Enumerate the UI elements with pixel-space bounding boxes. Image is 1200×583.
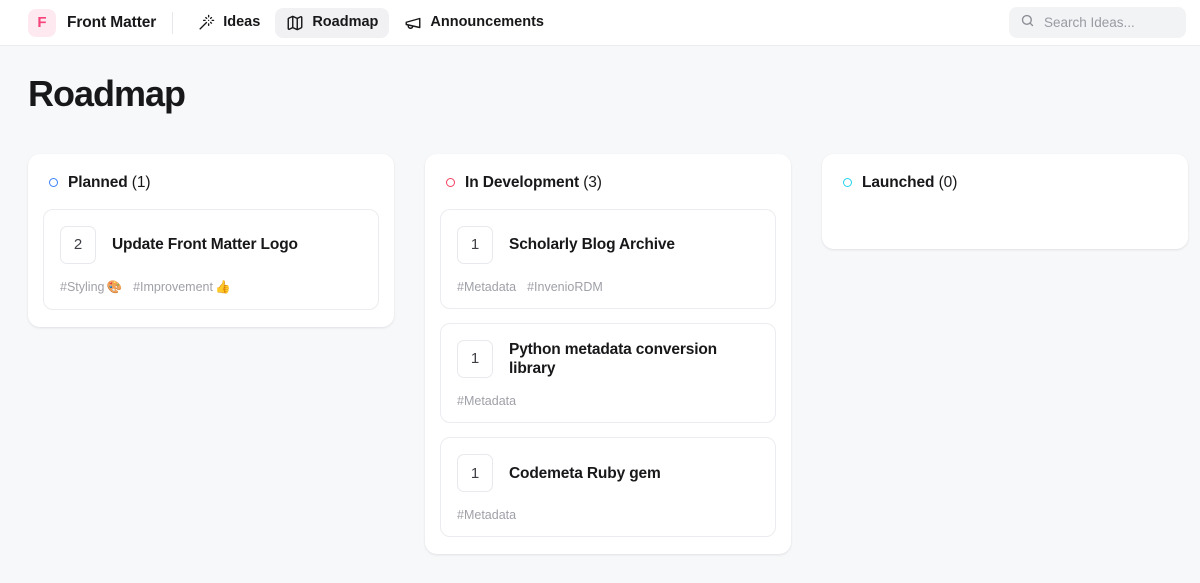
column-title: In Development (3) xyxy=(465,174,602,192)
idea-tag-label: #Improvement xyxy=(133,280,213,294)
map-icon xyxy=(286,14,304,32)
idea-card[interactable]: 1 Codemeta Ruby gem #Metadata xyxy=(440,437,776,537)
roadmap-column-launched: Launched (0) xyxy=(822,154,1188,249)
roadmap-column-in-development: In Development (3) 1 Scholarly Blog Archiv… xyxy=(425,154,791,555)
brand-name: Front Matter xyxy=(67,14,156,32)
status-circle-icon xyxy=(49,178,58,187)
column-title-text: Launched xyxy=(862,174,934,191)
idea-tag-label: #Metadata xyxy=(457,508,516,522)
top-navigation-bar: F Front Matter Ideas Roadmap xyxy=(0,0,1200,46)
idea-tag-emoji: 🎨 xyxy=(106,280,122,294)
column-title-text: Planned xyxy=(68,174,128,191)
page-content: Roadmap Planned (1) 2 Update Front Matter … xyxy=(0,74,1200,554)
idea-card[interactable]: 1 Scholarly Blog Archive #Metadata #Invenio… xyxy=(440,209,776,309)
nav-item-ideas-label: Ideas xyxy=(223,15,260,30)
roadmap-column-planned: Planned (1) 2 Update Front Matter Logo #Sty… xyxy=(28,154,394,327)
idea-title: Scholarly Blog Archive xyxy=(509,235,675,254)
megaphone-icon xyxy=(404,14,422,32)
idea-title: Update Front Matter Logo xyxy=(112,235,298,254)
idea-tag-emoji: 👍 xyxy=(215,280,231,294)
nav-item-announcements[interactable]: Announcements xyxy=(393,8,555,38)
column-card-list: 1 Scholarly Blog Archive #Metadata #Invenio… xyxy=(440,209,776,538)
idea-card-row: 2 Update Front Matter Logo xyxy=(60,226,362,264)
idea-card[interactable]: 2 Update Front Matter Logo #Styling🎨 #Impro… xyxy=(43,209,379,310)
idea-tag[interactable]: #Metadata xyxy=(457,508,516,522)
status-circle-icon xyxy=(843,178,852,187)
header-divider xyxy=(172,12,173,34)
idea-tag[interactable]: #Improvement👍 xyxy=(133,280,230,295)
vote-count-button[interactable]: 1 xyxy=(457,340,493,378)
column-title: Planned (1) xyxy=(68,174,150,192)
brand[interactable]: F Front Matter xyxy=(28,9,156,37)
column-count: (3) xyxy=(579,174,602,191)
column-header: Planned (1) xyxy=(43,170,379,192)
column-card-list xyxy=(837,209,1173,232)
idea-tag[interactable]: #Metadata xyxy=(457,280,516,294)
vote-count-button[interactable]: 1 xyxy=(457,226,493,264)
magic-wand-icon xyxy=(198,14,215,31)
column-title-text: In Development xyxy=(465,174,579,191)
idea-tag-label: #Metadata xyxy=(457,394,516,408)
nav-item-roadmap[interactable]: Roadmap xyxy=(275,8,389,38)
status-circle-icon xyxy=(446,178,455,187)
idea-title: Python metadata conversion library xyxy=(509,340,759,379)
idea-card[interactable]: 1 Python metadata conversion library #Meta… xyxy=(440,323,776,424)
idea-tag[interactable]: #Styling🎨 xyxy=(60,280,122,295)
search-input[interactable] xyxy=(1044,15,1175,30)
main-nav: Ideas Roadmap Announcements xyxy=(187,8,555,38)
search-box[interactable] xyxy=(1009,7,1186,38)
column-count: (0) xyxy=(934,174,957,191)
vote-count-button[interactable]: 1 xyxy=(457,454,493,492)
idea-tag-list: #Styling🎨 #Improvement👍 xyxy=(60,280,362,295)
idea-title: Codemeta Ruby gem xyxy=(509,464,661,483)
idea-tag-list: #Metadata xyxy=(457,508,759,522)
idea-tag[interactable]: #Metadata xyxy=(457,394,516,408)
idea-tag-list: #Metadata #InvenioRDM xyxy=(457,280,759,294)
idea-tag-list: #Metadata xyxy=(457,394,759,408)
roadmap-board: Planned (1) 2 Update Front Matter Logo #Sty… xyxy=(28,154,1172,555)
idea-tag-label: #InvenioRDM xyxy=(527,280,603,294)
front-matter-logo-icon: F xyxy=(28,9,56,37)
page-title: Roadmap xyxy=(28,74,1172,114)
vote-count-button[interactable]: 2 xyxy=(60,226,96,264)
nav-item-announcements-label: Announcements xyxy=(430,15,544,30)
column-title: Launched (0) xyxy=(862,174,957,192)
idea-card-row: 1 Python metadata conversion library xyxy=(457,340,759,379)
idea-card-row: 1 Codemeta Ruby gem xyxy=(457,454,759,492)
column-header: Launched (0) xyxy=(837,170,1173,192)
idea-tag-label: #Styling xyxy=(60,280,104,294)
nav-item-roadmap-label: Roadmap xyxy=(312,15,378,30)
idea-tag-label: #Metadata xyxy=(457,280,516,294)
search-icon xyxy=(1020,13,1035,33)
column-count: (1) xyxy=(128,174,151,191)
idea-card-row: 1 Scholarly Blog Archive xyxy=(457,226,759,264)
nav-item-ideas[interactable]: Ideas xyxy=(187,8,271,37)
column-header: In Development (3) xyxy=(440,170,776,192)
idea-tag[interactable]: #InvenioRDM xyxy=(527,280,603,294)
column-card-list: 2 Update Front Matter Logo #Styling🎨 #Impro… xyxy=(43,209,379,310)
